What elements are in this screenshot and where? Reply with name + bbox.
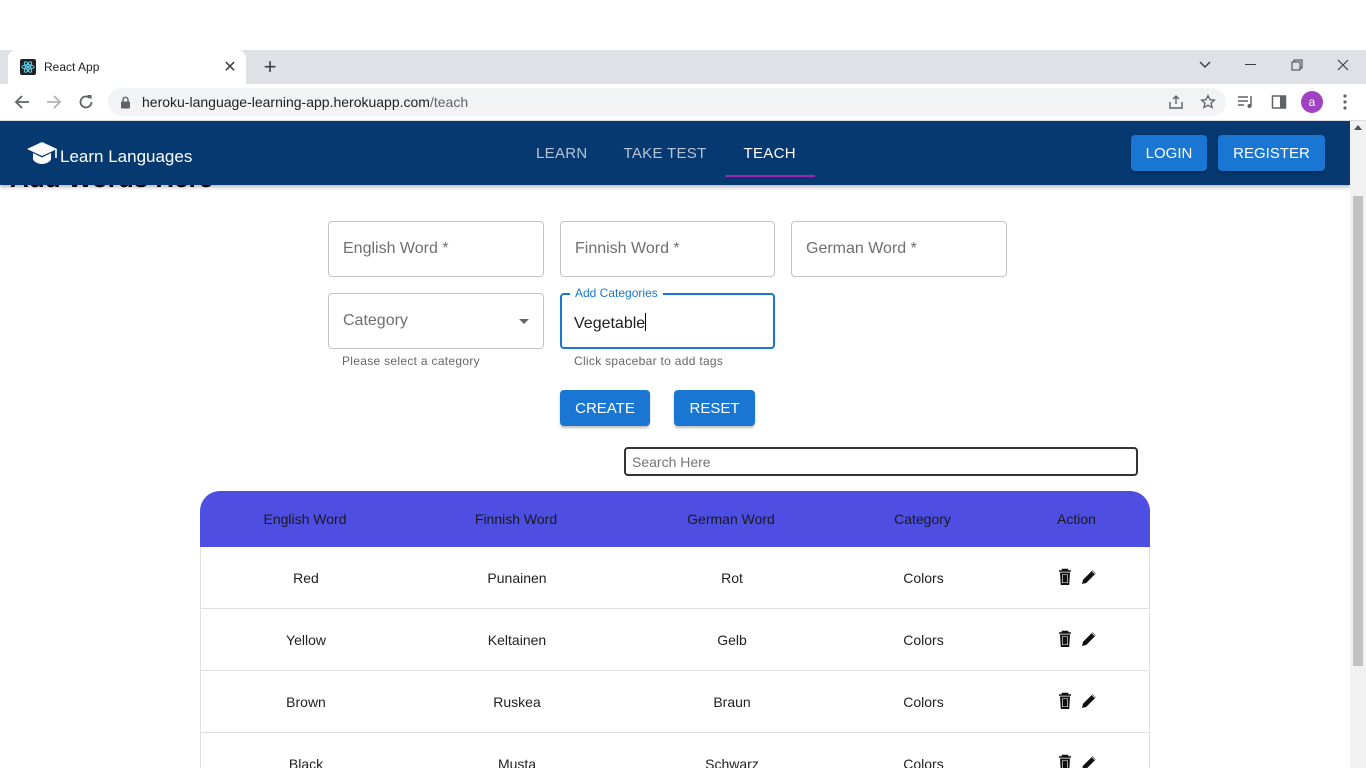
back-arrow-icon[interactable] xyxy=(10,90,34,114)
german-word-field[interactable]: German Word * xyxy=(791,221,1007,277)
close-window-icon[interactable] xyxy=(1320,50,1366,80)
tab-search-chevron-icon[interactable] xyxy=(1182,50,1228,80)
edit-icon[interactable] xyxy=(1080,692,1098,713)
browser-tab[interactable]: React App ✕ xyxy=(8,50,246,84)
words-table: English Word Finnish Word German Word Ca… xyxy=(200,491,1150,768)
browser-menu-icon[interactable] xyxy=(1335,92,1355,112)
cell-actions xyxy=(1006,609,1149,671)
forward-arrow-icon[interactable] xyxy=(42,90,66,114)
media-queue-icon[interactable] xyxy=(1236,92,1256,112)
cell-finnish: Ruskea xyxy=(493,694,541,710)
edit-icon[interactable] xyxy=(1080,630,1098,651)
new-tab-icon[interactable]: + xyxy=(258,54,282,79)
scroll-up-arrow-icon[interactable] xyxy=(1354,125,1362,130)
table-row: Brown Ruskea Braun Colors xyxy=(200,671,1150,733)
finnish-word-label: Finnish Word * xyxy=(575,240,680,257)
cell-english: Brown xyxy=(286,694,326,710)
app-logo[interactable]: Learn Languages xyxy=(26,140,192,173)
add-categories-value: Vegetable xyxy=(574,315,646,332)
table-row: Yellow Keltainen Gelb Colors xyxy=(200,609,1150,671)
cell-finnish: Keltainen xyxy=(487,632,547,648)
table-header: English Word Finnish Word German Word Ca… xyxy=(200,491,1150,547)
cell-finnish: Musta xyxy=(497,756,537,768)
bookmark-star-icon[interactable] xyxy=(1198,92,1218,112)
close-tab-icon[interactable]: ✕ xyxy=(220,57,240,77)
url-host: heroku-language-learning-app.herokuapp.c… xyxy=(142,94,430,110)
react-favicon-icon xyxy=(20,59,36,75)
delete-icon[interactable] xyxy=(1058,754,1072,768)
register-button[interactable]: REGISTER xyxy=(1218,135,1325,171)
logo-text: Learn Languages xyxy=(60,146,193,166)
cell-german: Gelb xyxy=(717,632,747,648)
category-select[interactable]: Category xyxy=(328,293,544,349)
column-header-finnish: Finnish Word xyxy=(474,511,558,527)
cell-category: Colors xyxy=(903,632,944,648)
add-categories-field[interactable]: Add Categories Vegetable xyxy=(560,286,775,349)
column-header-german: German Word xyxy=(687,511,775,527)
minimize-icon[interactable] xyxy=(1228,50,1274,80)
add-categories-helper-text: Click spacebar to add tags xyxy=(574,354,724,368)
column-header-english: English Word xyxy=(263,511,347,527)
finnish-word-field[interactable]: Finnish Word * xyxy=(560,221,775,277)
delete-icon[interactable] xyxy=(1058,692,1072,713)
text-caret xyxy=(645,313,647,331)
nav-tab-teach[interactable]: TEACH xyxy=(724,121,816,185)
share-icon[interactable] xyxy=(1166,92,1186,112)
dropdown-arrow-icon xyxy=(519,319,529,324)
english-word-label: English Word * xyxy=(343,240,449,257)
graduation-cap-icon xyxy=(26,140,60,173)
cell-finnish: Punainen xyxy=(487,570,547,586)
category-label: Category xyxy=(343,312,408,329)
cell-actions xyxy=(1006,547,1149,609)
create-button[interactable]: CREATE xyxy=(560,390,650,426)
edit-icon[interactable] xyxy=(1080,568,1098,589)
tab-title: React App xyxy=(44,60,100,74)
browser-tabstrip: React App ✕ + xyxy=(0,50,1366,84)
column-header-category: Category xyxy=(894,511,951,527)
browser-toolbar: heroku-language-learning-app.herokuapp.c… xyxy=(0,84,1366,121)
cell-actions xyxy=(1006,733,1149,768)
table-row: Black Musta Schwarz Colors xyxy=(200,733,1150,768)
url-path: /teach xyxy=(429,94,469,110)
nav-tab-take-test[interactable]: TAKE TEST xyxy=(606,121,725,185)
cell-english: Red xyxy=(293,570,319,586)
screen-top-margin xyxy=(0,0,1366,50)
english-word-field[interactable]: English Word * xyxy=(328,221,544,277)
german-word-label: German Word * xyxy=(806,240,917,257)
scrollbar-thumb[interactable] xyxy=(1353,196,1363,666)
reload-icon[interactable] xyxy=(74,90,98,114)
address-bar[interactable]: heroku-language-learning-app.herokuapp.c… xyxy=(108,88,1226,116)
table-row: Red Punainen Rot Colors xyxy=(200,547,1150,609)
reset-button[interactable]: RESET xyxy=(674,390,755,426)
delete-icon[interactable] xyxy=(1058,568,1072,589)
cell-german: Rot xyxy=(721,570,743,586)
cell-german: Schwarz xyxy=(705,756,759,768)
edit-icon[interactable] xyxy=(1080,754,1098,768)
page-viewport: Learn Languages LEARN TAKE TEST TEACH LO… xyxy=(0,121,1350,768)
nav-tab-learn[interactable]: LEARN xyxy=(518,121,606,185)
cell-category: Colors xyxy=(903,570,944,586)
profile-avatar[interactable]: a xyxy=(1301,91,1323,113)
add-categories-label: Add Categories xyxy=(570,286,663,300)
search-placeholder: Search Here xyxy=(632,454,711,470)
lock-icon xyxy=(120,95,134,109)
search-input[interactable]: Search Here xyxy=(624,447,1138,476)
cell-german: Braun xyxy=(713,694,751,710)
login-button[interactable]: LOGIN xyxy=(1131,135,1207,171)
cell-english: Yellow xyxy=(286,632,326,648)
cell-english: Black xyxy=(288,756,324,768)
side-panel-icon[interactable] xyxy=(1269,92,1289,112)
cell-actions xyxy=(1006,671,1149,733)
column-header-action: Action xyxy=(1057,511,1096,527)
delete-icon[interactable] xyxy=(1058,630,1072,651)
app-header: Learn Languages LEARN TAKE TEST TEACH LO… xyxy=(0,121,1350,185)
cell-category: Colors xyxy=(903,694,944,710)
cell-category: Colors xyxy=(903,756,944,768)
category-helper-text: Please select a category xyxy=(342,354,480,368)
restore-icon[interactable] xyxy=(1274,50,1320,80)
main-nav: LEARN TAKE TEST TEACH xyxy=(518,121,816,185)
page-scrollbar[interactable] xyxy=(1350,121,1366,768)
